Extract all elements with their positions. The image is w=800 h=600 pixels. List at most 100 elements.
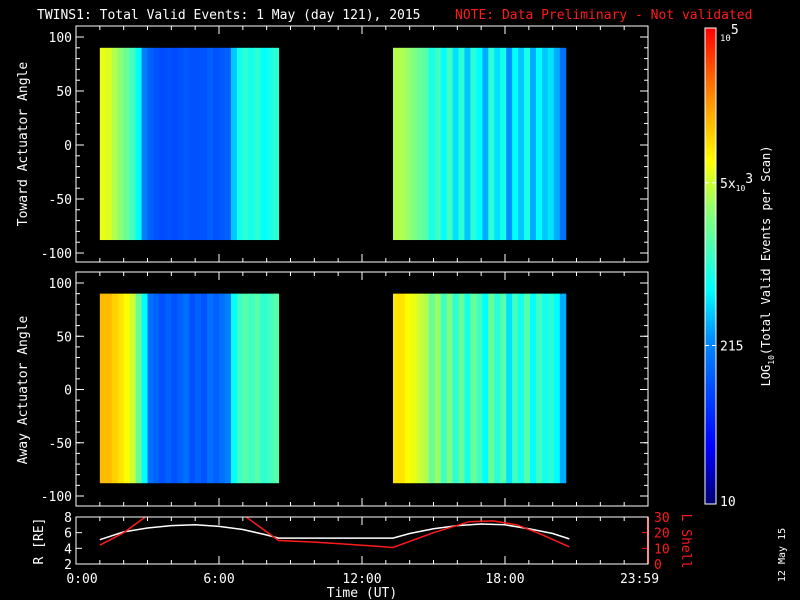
spectrogram-cell <box>201 293 208 484</box>
orbit-left-ylabel: R [RE] <box>32 518 47 565</box>
colorbar-tick-label: 10 <box>720 495 736 510</box>
toward-ylabel: Toward Actuator Angle <box>16 62 31 227</box>
spectrogram-cell <box>111 293 119 484</box>
spectrogram-cell <box>410 293 418 484</box>
spectrogram-cell <box>530 293 537 484</box>
l-shell-line <box>99 517 570 549</box>
y-tick-label: 50 <box>56 330 72 345</box>
date-stamp: 12 May 15 <box>777 528 788 582</box>
spectrogram-cell <box>165 293 172 484</box>
spectrogram-cell <box>404 47 412 241</box>
y-tick-label: -100 <box>41 490 72 505</box>
right-y-tick-label: 0 <box>654 558 662 573</box>
spectrogram-cell <box>494 293 501 484</box>
spectrogram-cell <box>224 293 232 484</box>
spectrogram-cell <box>428 293 436 484</box>
spectrogram-cell <box>434 47 442 241</box>
right-y-tick-label: 10 <box>654 542 670 557</box>
spectrogram-cell <box>189 47 196 241</box>
r-distance-line <box>99 523 570 541</box>
x-tick-label: 18:00 <box>485 572 524 587</box>
spectrogram-cell <box>416 47 424 241</box>
spectrogram-cell <box>547 47 555 241</box>
spectrogram-cell <box>535 293 543 484</box>
spectrogram-cell <box>470 293 477 484</box>
spectrogram-cell <box>506 47 513 241</box>
spectrogram-cell <box>464 293 471 484</box>
right-y-tick-label: 30 <box>654 511 670 526</box>
spectrogram-cell <box>524 47 531 241</box>
colorbar <box>704 27 717 505</box>
spectrogram-cell <box>165 47 172 241</box>
spectrogram-cell <box>535 47 543 241</box>
away-ylabel: Away Actuator Angle <box>16 315 31 464</box>
spectrogram-cell <box>512 293 519 484</box>
spectrogram-cell <box>141 293 148 484</box>
spectrogram-cell <box>99 293 107 484</box>
spectrogram-cell <box>171 47 178 241</box>
spectrogram-cell <box>446 47 454 241</box>
spectrogram-cell <box>254 47 262 241</box>
spectrogram-cell <box>272 47 280 241</box>
spectrogram-cell <box>236 47 244 241</box>
spectrogram-cell <box>416 293 424 484</box>
spectrogram-cell <box>147 47 154 241</box>
tick-base: 5x <box>720 177 736 192</box>
spectrogram-cell <box>236 293 244 484</box>
spectrogram-cell <box>248 293 256 484</box>
orbit-right-ylabel: L Shell <box>678 514 693 569</box>
spectrogram-cell <box>153 47 160 241</box>
spectrogram-cell <box>129 47 137 241</box>
spectrogram-cell <box>195 293 202 484</box>
spectrogram-cell <box>171 293 178 484</box>
x-tick-label: 23:59 <box>620 572 659 587</box>
spectrogram-cell <box>141 47 148 241</box>
spectrogram-cell <box>260 293 268 484</box>
spectrogram-cell <box>105 47 113 241</box>
spectrogram-cell <box>422 293 430 484</box>
spectrogram-cell <box>470 47 477 241</box>
spectrogram-cell <box>177 47 184 241</box>
data-note: NOTE: Data Preliminary - Not validated <box>455 8 752 23</box>
spectrogram-cell <box>135 47 143 241</box>
toward-panel: 100 50 0 -50 -100 <box>41 26 649 262</box>
spectrogram-cell <box>518 293 525 484</box>
tick-base: 10 <box>720 34 731 44</box>
spectrogram-cell <box>177 293 184 484</box>
y-tick-label: -100 <box>41 247 72 262</box>
spectrogram-cell <box>404 293 412 484</box>
tick-base2: 10 <box>736 184 746 193</box>
spectrogram-cell <box>559 293 567 484</box>
spectrogram-cell <box>398 293 406 484</box>
spectrogram-cell <box>494 47 501 241</box>
x-tick-label: 12:00 <box>342 572 381 587</box>
spectrogram-cell <box>207 293 214 484</box>
spectrogram-cell <box>117 47 125 241</box>
spectrogram-cell <box>266 47 274 241</box>
spectrogram-cell <box>99 47 107 241</box>
spectrogram-cell <box>500 293 507 484</box>
away-panel: 100 50 0 -50 -100 <box>41 272 649 506</box>
colorbar-tick-label: 215 <box>720 339 743 354</box>
x-tick-label: 6:00 <box>203 572 234 587</box>
spectrogram-cell <box>129 293 137 484</box>
spectrogram-cell <box>488 47 495 241</box>
spectrogram-cell <box>135 293 143 484</box>
spectrogram-cell <box>446 293 454 484</box>
spectrogram-cell <box>147 293 154 484</box>
spectrogram-cell <box>452 47 460 241</box>
spectrogram-cell <box>410 47 418 241</box>
spectrogram-cell <box>242 293 250 484</box>
spectrogram-cell <box>524 293 531 484</box>
spectrogram-cell <box>183 293 190 484</box>
spectrogram-cell <box>512 47 519 241</box>
spectrogram-cell <box>272 293 280 484</box>
y-tick-label: 50 <box>56 85 72 100</box>
spectrogram-cell <box>183 47 190 241</box>
spectrogram-cell <box>434 293 442 484</box>
spectrogram-cell <box>476 293 483 484</box>
left-y-tick-label: 4 <box>64 542 72 557</box>
twins-plot: TWINS1: Total Valid Events: 1 May (day 1… <box>16 8 788 600</box>
spectrogram-cell <box>428 47 436 241</box>
spectrogram-cell <box>458 47 465 241</box>
